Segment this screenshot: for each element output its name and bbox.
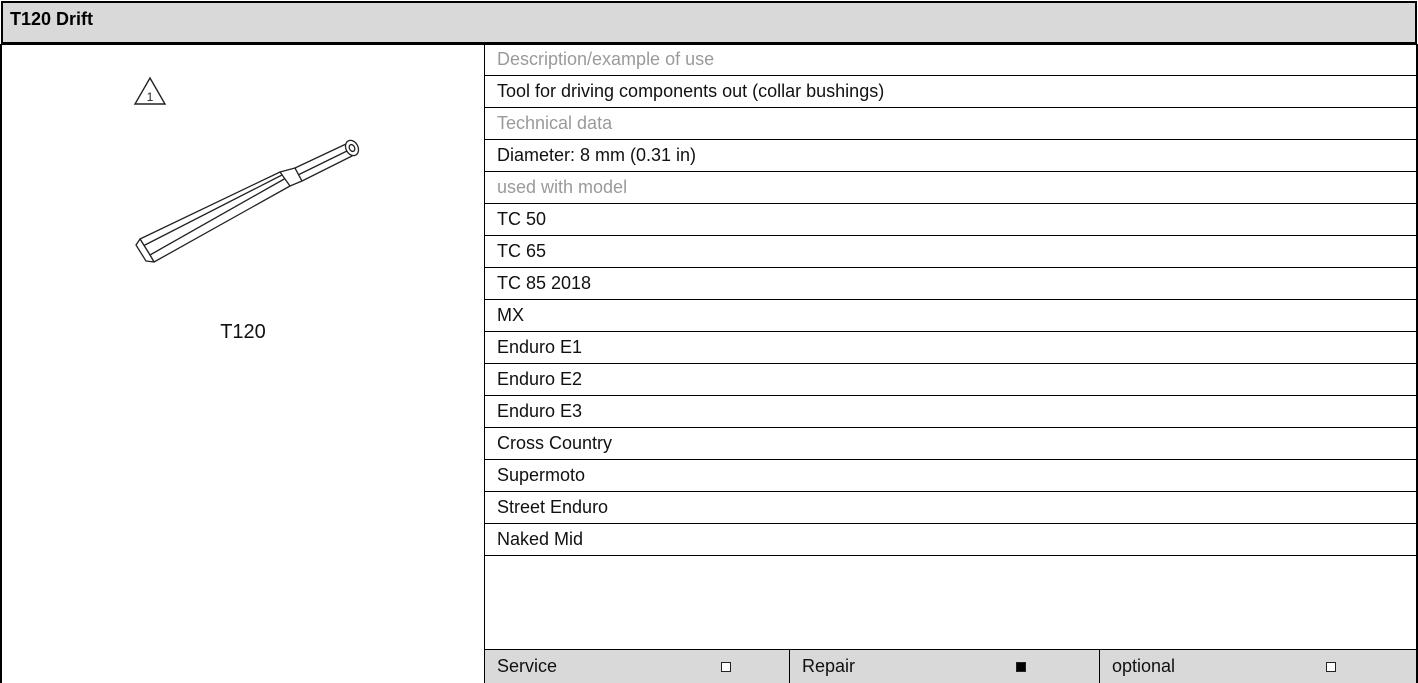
model-item: TC 85 2018 [485,268,1416,300]
model-item: TC 65 [485,236,1416,268]
page-title: T120 Drift [10,9,94,29]
model-item: Enduro E3 [485,396,1416,428]
repair-cell: Repair [790,650,1100,683]
warning-number: 1 [147,90,154,104]
model-item: Naked Mid [485,524,1416,556]
repair-checkbox [1016,662,1026,672]
row-description-heading: Description/example of use [485,44,1416,76]
row-technical-data-heading: Technical data [485,108,1416,140]
row-description: Tool for driving components out (collar … [485,76,1416,108]
tool-figure-panel: 1 T120 [2,44,484,683]
drift-tool-illustration [135,139,360,263]
usage-category-bar: Service Repair optional [485,649,1416,683]
optional-label: optional [1112,656,1176,676]
model-item: MX [485,300,1416,332]
model-item: Cross Country [485,428,1416,460]
service-checkbox [721,662,731,672]
warning-triangle-icon: 1 [133,76,167,105]
service-cell: Service [485,650,790,683]
model-item: Enduro E1 [485,332,1416,364]
title-bar: T120 Drift [1,1,1417,45]
optional-checkbox [1326,662,1336,672]
model-item: Street Enduro [485,492,1416,524]
tool-number-label: T120 [220,321,266,343]
repair-label: Repair [802,656,856,676]
row-models-heading: used with model [485,172,1416,204]
model-item: Enduro E2 [485,364,1416,396]
service-label: Service [497,656,558,676]
row-diameter: Diameter: 8 mm (0.31 in) [485,140,1416,172]
optional-cell: optional [1100,650,1416,683]
model-item: TC 50 [485,204,1416,236]
model-item: Supermoto [485,460,1416,492]
info-rows: Description/example of use Tool for driv… [485,44,1416,556]
